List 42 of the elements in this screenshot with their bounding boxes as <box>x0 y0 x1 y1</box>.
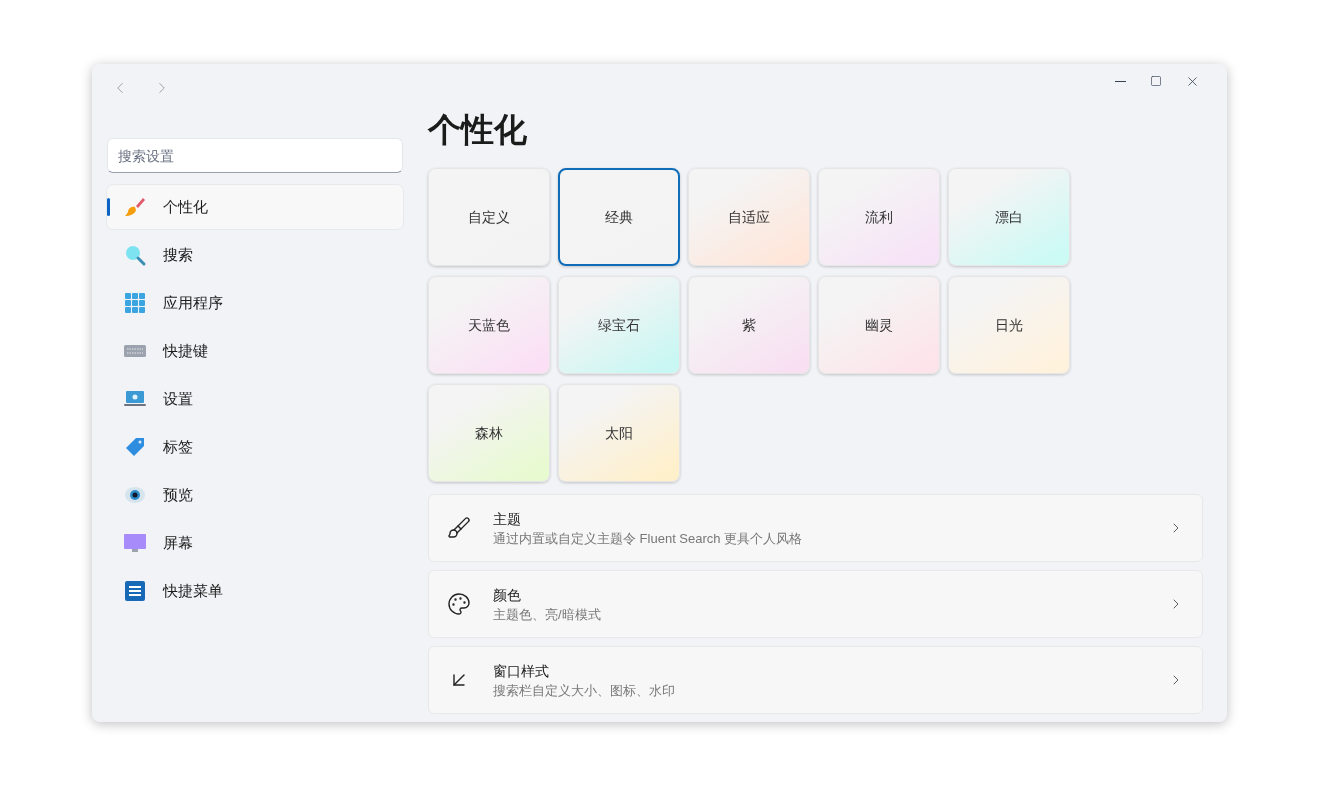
theme-tile[interactable]: 紫 <box>688 276 810 374</box>
palette-icon <box>447 592 471 616</box>
grid-icon <box>123 291 147 315</box>
setting-title: 颜色 <box>493 585 522 605</box>
theme-tile[interactable]: 日光 <box>948 276 1070 374</box>
sidebar-item[interactable]: 个性化 <box>107 185 403 229</box>
theme-tile[interactable]: 流利 <box>818 168 940 266</box>
theme-tile[interactable]: 森林 <box>428 384 550 482</box>
settings-card[interactable]: 颜色 主题色、亮/暗模式 <box>428 570 1203 638</box>
minimize-icon <box>1114 80 1126 82</box>
page-title: 个性化 <box>428 110 527 150</box>
sidebar-item[interactable]: 快捷菜单 <box>107 569 403 613</box>
theme-tile[interactable]: 自定义 <box>428 168 550 266</box>
selection-indicator <box>107 198 110 216</box>
theme-tile[interactable]: 自适应 <box>688 168 810 266</box>
sidebar-item[interactable]: 标签 <box>107 425 403 469</box>
settings-card[interactable]: 窗口样式 搜索栏自定义大小、图标、水印 <box>428 646 1203 714</box>
setting-description: 通过内置或自定义主题令 Fluent Search 更具个人风格 <box>493 529 804 548</box>
theme-tile[interactable]: 太阳 <box>558 384 680 482</box>
monitor-icon <box>123 531 147 555</box>
theme-tile[interactable]: 漂白 <box>948 168 1070 266</box>
sidebar-item[interactable]: 应用程序 <box>107 281 403 325</box>
theme-tile[interactable]: 绿宝石 <box>558 276 680 374</box>
setting-description: 主题色、亮/暗模式 <box>493 605 602 624</box>
sidebar-item[interactable]: 快捷键 <box>107 329 403 373</box>
sidebar-item[interactable]: 设置 <box>107 377 403 421</box>
paintbrush-icon <box>123 195 147 219</box>
sidebar-item[interactable]: 预览 <box>107 473 403 517</box>
theme-tile[interactable]: 经典 <box>558 168 680 266</box>
search-icon <box>123 243 147 267</box>
paintbrush-icon <box>447 516 471 540</box>
sidebar-item[interactable]: 搜索 <box>107 233 403 277</box>
theme-tile[interactable]: 天蓝色 <box>428 276 550 374</box>
maximize-icon <box>1150 75 1162 87</box>
setting-title: 窗口样式 <box>493 661 550 681</box>
setting-title: 主题 <box>493 509 522 529</box>
sidebar-item[interactable]: 屏幕 <box>107 521 403 565</box>
search-field[interactable]: 搜索设置 <box>107 138 403 173</box>
setting-description: 搜索栏自定义大小、图标、水印 <box>493 681 676 700</box>
settings-card[interactable]: 主题 通过内置或自定义主题令 Fluent Search 更具个人风格 <box>428 494 1203 562</box>
theme-tile[interactable]: 幽灵 <box>818 276 940 374</box>
menu-list-icon <box>123 579 147 603</box>
